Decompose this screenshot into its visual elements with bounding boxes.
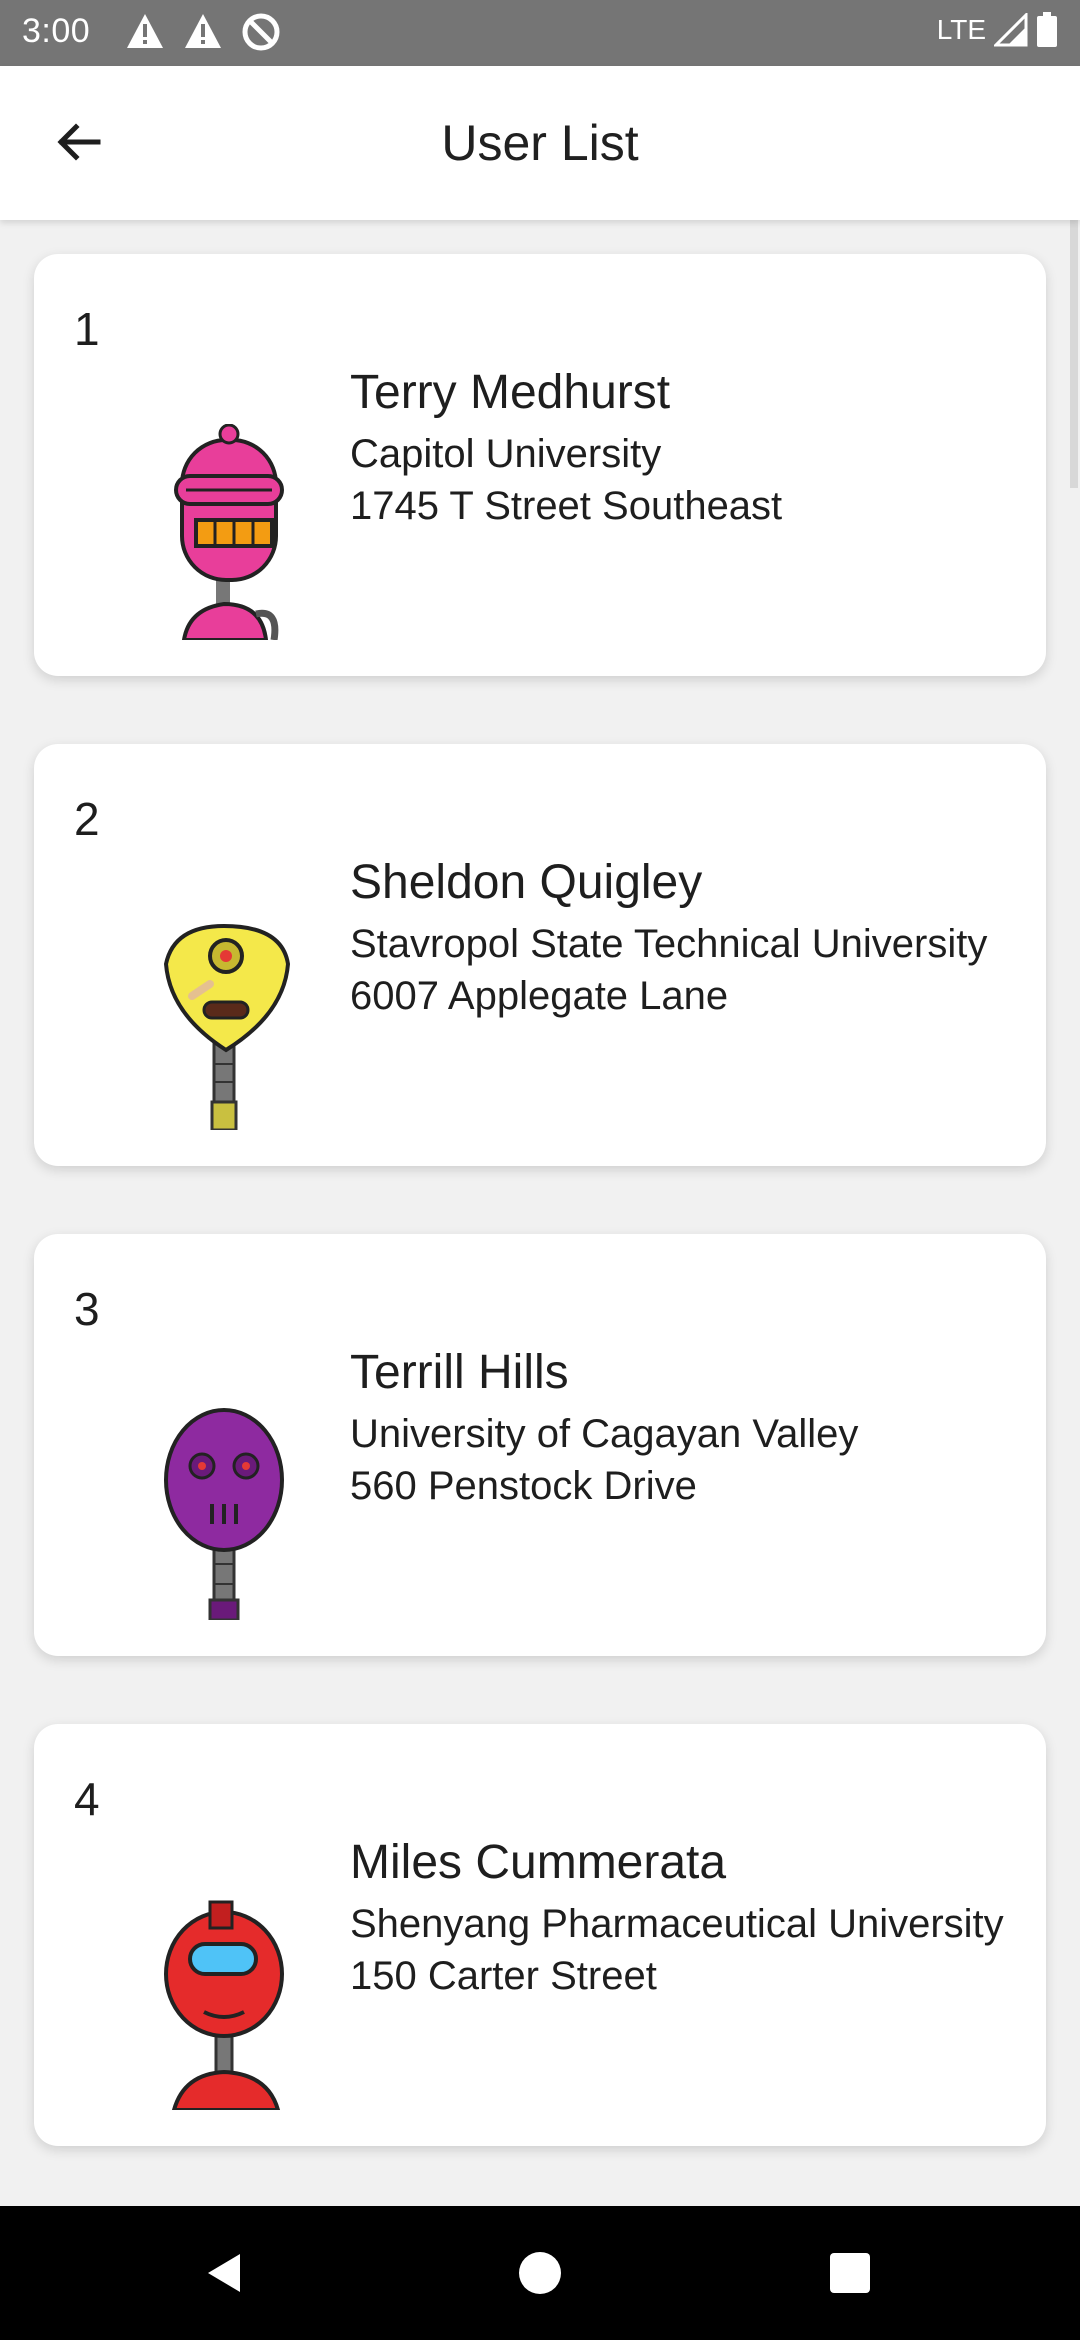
nav-recents-icon	[830, 2253, 870, 2293]
user-index: 4	[74, 1773, 100, 1825]
user-card[interactable]: 3 Terrill Hills University of Cagayan Va…	[34, 1234, 1046, 1656]
status-bar: 3:00 LTE	[0, 0, 1080, 66]
user-list[interactable]: 1 Terry Medhurst Capitol University 1745…	[0, 220, 1080, 2206]
network-type: LTE	[936, 14, 986, 45]
user-index: 2	[74, 793, 100, 845]
robot-avatar-icon	[174, 424, 284, 640]
user-name: Miles Cummerata	[350, 1836, 727, 1889]
user-address: 560 Penstock Drive	[350, 1464, 697, 1508]
page-title: User List	[441, 115, 639, 171]
user-university: Stavropol State Technical University	[350, 922, 988, 966]
user-index: 1	[74, 303, 100, 355]
signal-icon	[994, 13, 1028, 47]
app-bar: User List	[0, 66, 1080, 220]
user-name: Terry Medhurst	[350, 366, 671, 419]
user-address: 6007 Applegate Lane	[350, 974, 729, 1018]
navigation-bar	[0, 2206, 1080, 2340]
user-university: University of Cagayan Valley	[350, 1412, 859, 1456]
nav-back-button[interactable]	[190, 2238, 260, 2308]
nav-back-icon	[208, 2254, 240, 2292]
user-name: Sheldon Quigley	[350, 856, 703, 909]
user-address: 150 Carter Street	[350, 1954, 657, 1998]
status-time: 3:00	[22, 12, 91, 50]
user-card[interactable]: 2 Sheldon Quigley Stavropol State Techni…	[34, 744, 1046, 1166]
scrollbar[interactable]	[1070, 220, 1078, 488]
user-address: 1745 T Street Southeast	[350, 484, 783, 528]
notification-icons	[125, 12, 281, 52]
user-index: 3	[74, 1283, 100, 1335]
nav-home-icon	[519, 2252, 561, 2294]
nav-recents-button[interactable]	[815, 2238, 885, 2308]
no-sim-icon	[242, 13, 280, 51]
user-university: Capitol University	[350, 432, 662, 476]
user-university: Shenyang Pharmaceutical University	[350, 1902, 1004, 1946]
warning-icon	[127, 14, 163, 48]
user-name: Terrill Hills	[350, 1346, 569, 1399]
robot-avatar-icon	[164, 1900, 284, 2110]
warning-icon	[185, 14, 221, 48]
robot-avatar-icon	[164, 1408, 284, 1620]
battery-icon	[1037, 12, 1057, 47]
system-icons: LTE	[937, 12, 1058, 48]
user-card[interactable]: 1 Terry Medhurst Capitol University 1745…	[34, 254, 1046, 676]
nav-home-button[interactable]	[505, 2238, 575, 2308]
robot-avatar-icon	[163, 923, 291, 1130]
user-card[interactable]: 4 Miles Cummerata Shenyang Pharmaceutica…	[34, 1724, 1046, 2146]
